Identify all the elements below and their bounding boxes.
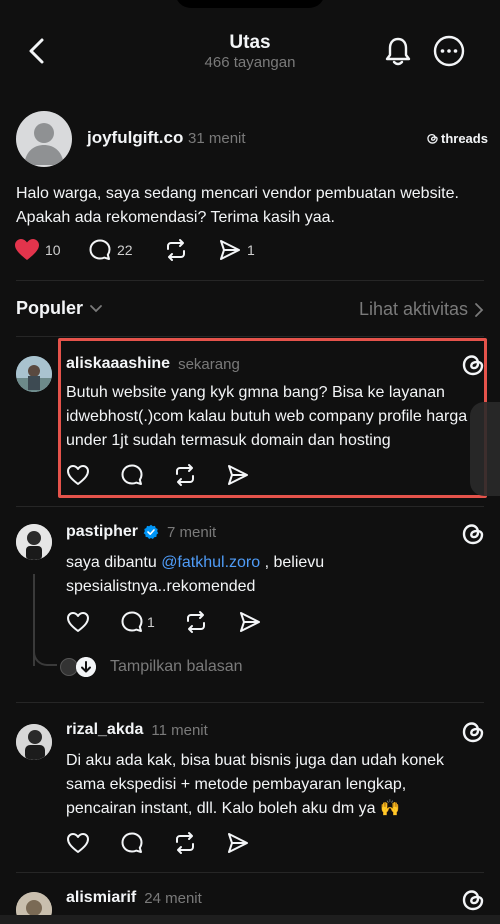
threads-logo-icon[interactable] (460, 887, 486, 913)
bottom-sheet-edge (0, 915, 500, 924)
comment-count: 22 (117, 242, 133, 258)
comment-button[interactable]: 1 (120, 610, 155, 634)
more-options-icon[interactable] (432, 34, 466, 68)
share-count: 1 (247, 242, 255, 258)
send-icon (220, 240, 240, 260)
show-replies-link[interactable]: Tampilkan balasan (110, 658, 243, 676)
view-count: 466 tayangan (204, 54, 296, 71)
post-text: Halo warga, saya sedang mencari vendor p… (16, 185, 459, 226)
comment-icon[interactable] (120, 831, 144, 855)
heart-filled-icon (15, 239, 39, 260)
arrow-down-icon (76, 657, 96, 677)
repost-icon[interactable] (173, 831, 197, 855)
sort-dropdown[interactable]: Populer (16, 298, 103, 319)
post-time: 31 menit (188, 130, 246, 147)
divider (16, 872, 484, 873)
comment-icon (89, 239, 111, 260)
avatar-photo-icon (16, 356, 52, 392)
avatar[interactable] (16, 724, 52, 760)
reply-actions (66, 831, 306, 857)
divider (16, 702, 484, 703)
bell-icon[interactable] (382, 34, 414, 68)
send-icon[interactable] (226, 831, 250, 855)
reply-username[interactable]: rizal_akda 11 menit (66, 721, 208, 739)
comment-button[interactable]: 22 (88, 238, 133, 262)
avatar[interactable] (16, 356, 52, 392)
reply-username-text: rizal_akda (66, 721, 144, 738)
reply-text: Di aku ada kak, bisa buat bisnis juga da… (66, 752, 445, 817)
verified-badge-icon (143, 524, 159, 539)
page-title: Utas (229, 32, 271, 53)
repost-icon (167, 239, 185, 261)
comment-icon (121, 611, 143, 632)
repost-icon[interactable] (184, 610, 208, 634)
reply-username-text: pastipher (66, 523, 139, 540)
reply-username[interactable]: alismiarif 24 menit (66, 889, 202, 907)
divider (16, 336, 484, 337)
heart-icon[interactable] (66, 831, 90, 855)
threads-logo-icon[interactable] (460, 719, 486, 745)
view-activity-label: Lihat aktivitas (358, 299, 468, 319)
reply-actions: 1 (66, 610, 306, 636)
reply-username-text: alismiarif (66, 889, 137, 906)
reply-text-prefix: saya dibantu (66, 554, 162, 571)
avatar[interactable] (16, 524, 52, 560)
avatar-photo-icon (16, 524, 52, 560)
divider (16, 506, 484, 507)
share-button[interactable]: 1 (218, 238, 255, 262)
highlight-box (58, 338, 487, 498)
reply-time: 7 menit (167, 523, 217, 541)
reply-time: 11 menit (151, 721, 208, 739)
threads-brand: threads (426, 131, 488, 146)
view-activity-link[interactable]: Lihat aktivitas (359, 299, 484, 320)
post-username[interactable]: joyfulgift.co (87, 128, 183, 148)
repost-button[interactable] (164, 238, 188, 262)
thread-connector-curve (33, 640, 57, 666)
avatar[interactable] (16, 111, 72, 167)
threads-logo-icon (427, 133, 438, 144)
avatar-photo-icon (16, 724, 52, 760)
mention-link[interactable]: @fatkhul.zoro (161, 554, 260, 571)
comment-count: 1 (147, 614, 155, 630)
threads-brand-label: threads (441, 131, 488, 146)
post-actions: 10 22 1 (14, 238, 314, 266)
reply-username[interactable]: pastipher 7 menit (66, 523, 216, 541)
side-panel-handle[interactable] (470, 402, 500, 496)
like-button[interactable]: 10 (14, 238, 61, 262)
chevron-right-icon (475, 302, 484, 317)
sort-label: Populer (16, 298, 84, 318)
default-avatar-icon (24, 123, 64, 165)
thread-header: Utas 466 tayangan (0, 0, 500, 90)
heart-icon[interactable] (66, 610, 90, 634)
like-count: 10 (45, 242, 61, 258)
threads-logo-icon[interactable] (460, 521, 486, 547)
reply-time: 24 menit (144, 889, 202, 907)
divider (16, 280, 484, 281)
reply-text: saya dibantu @fatkhul.zoro , believu spe… (66, 551, 476, 599)
chevron-down-icon (90, 304, 102, 312)
send-icon[interactable] (238, 610, 262, 634)
